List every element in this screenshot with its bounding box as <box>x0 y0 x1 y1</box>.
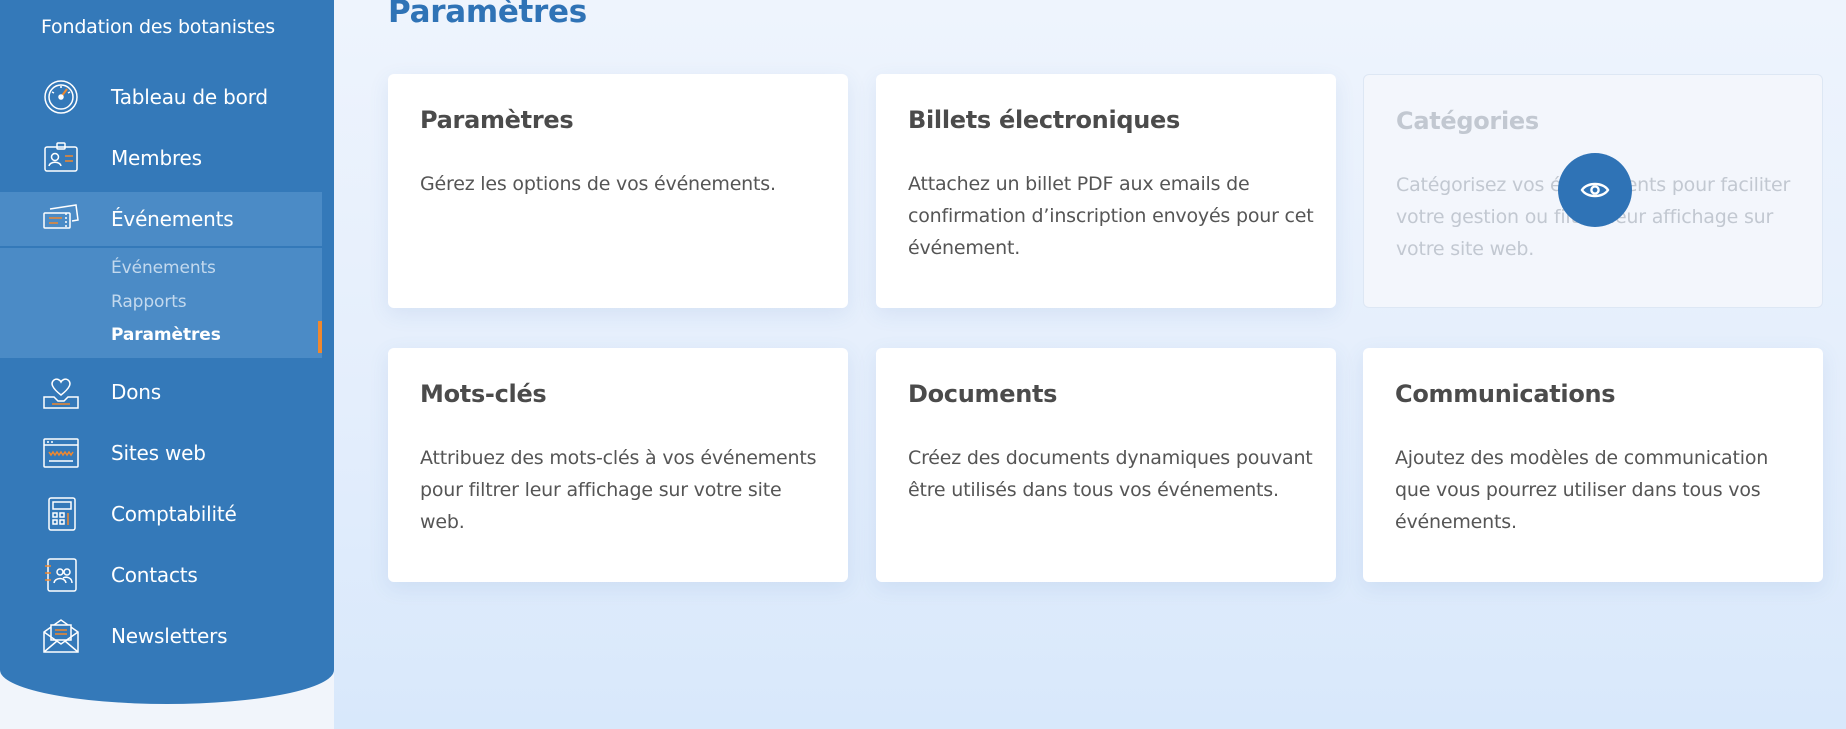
organization-name: Fondation des botanistes <box>41 16 275 38</box>
sidebar-item-dashboard[interactable]: Tableau de bord <box>0 70 322 124</box>
settings-card-communications[interactable]: Communications Ajoutez des modèles de co… <box>1363 348 1823 582</box>
sidebar-item-label: Tableau de bord <box>111 85 268 109</box>
sidebar-item-label: Dons <box>111 380 161 404</box>
eye-icon <box>1580 182 1610 198</box>
website-browser-icon <box>43 438 79 468</box>
card-description: Ajoutez des modèles de communication que… <box>1395 447 1769 533</box>
card-title: Communications <box>1395 380 1616 408</box>
subnav-item-events[interactable]: Événements <box>111 258 216 278</box>
sidebar-item-contacts[interactable]: Contacts <box>0 548 322 602</box>
card-description: Créez des documents dynamiques pouvant ê… <box>908 447 1313 501</box>
card-title: Paramètres <box>420 106 574 134</box>
member-badge-icon <box>44 142 78 172</box>
sidebar: Fondation des botanistes Tableau de bord… <box>0 0 334 729</box>
sidebar-item-websites[interactable]: Sites web <box>0 426 322 480</box>
newsletter-envelope-icon <box>43 619 79 653</box>
card-title: Mots-clés <box>420 380 547 408</box>
sidebar-item-newsletters[interactable]: Newsletters <box>0 609 322 663</box>
show-category-button[interactable] <box>1558 153 1632 227</box>
sidebar-item-donations[interactable]: Dons <box>0 365 322 419</box>
sidebar-item-members[interactable]: Membres <box>0 131 322 185</box>
sidebar-item-accounting[interactable]: Comptabilité <box>0 487 322 541</box>
contacts-book-icon <box>45 558 77 592</box>
card-title: Documents <box>908 380 1058 408</box>
donation-heart-icon <box>43 378 79 409</box>
sidebar-item-label: Sites web <box>111 441 206 465</box>
active-item-marker <box>318 321 322 353</box>
card-title: Catégories <box>1396 107 1539 135</box>
subnav-item-settings[interactable]: Paramètres <box>111 325 221 345</box>
settings-card-parametres[interactable]: Paramètres Gérez les options de vos évén… <box>388 74 848 308</box>
settings-card-billets[interactable]: Billets électroniques Attachez un billet… <box>876 74 1336 308</box>
sidebar-item-label: Newsletters <box>111 624 228 648</box>
settings-card-documents[interactable]: Documents Créez des documents dynamiques… <box>876 348 1336 582</box>
event-tickets-icon <box>43 204 79 229</box>
sidebar-item-label: Contacts <box>111 563 198 587</box>
card-title: Billets électroniques <box>908 106 1181 134</box>
events-subnav: Événements Rapports Paramètres <box>0 248 322 358</box>
card-description: Gérez les options de vos événements. <box>420 173 776 195</box>
sidebar-item-label: Membres <box>111 146 202 170</box>
sidebar-item-label: Événements <box>111 207 234 231</box>
page-title: Paramètres <box>388 0 587 30</box>
sidebar-item-events[interactable]: Événements <box>0 192 322 246</box>
dashboard-gauge-icon <box>44 80 78 114</box>
calculator-icon <box>48 497 76 531</box>
card-description: Attribuez des mots-clés à vos événements… <box>420 447 817 533</box>
subnav-item-reports[interactable]: Rapports <box>111 292 187 312</box>
sidebar-item-label: Comptabilité <box>111 502 237 526</box>
card-description: Attachez un billet PDF aux emails de con… <box>908 173 1314 259</box>
settings-card-mots-cles[interactable]: Mots-clés Attribuez des mots-clés à vos … <box>388 348 848 582</box>
